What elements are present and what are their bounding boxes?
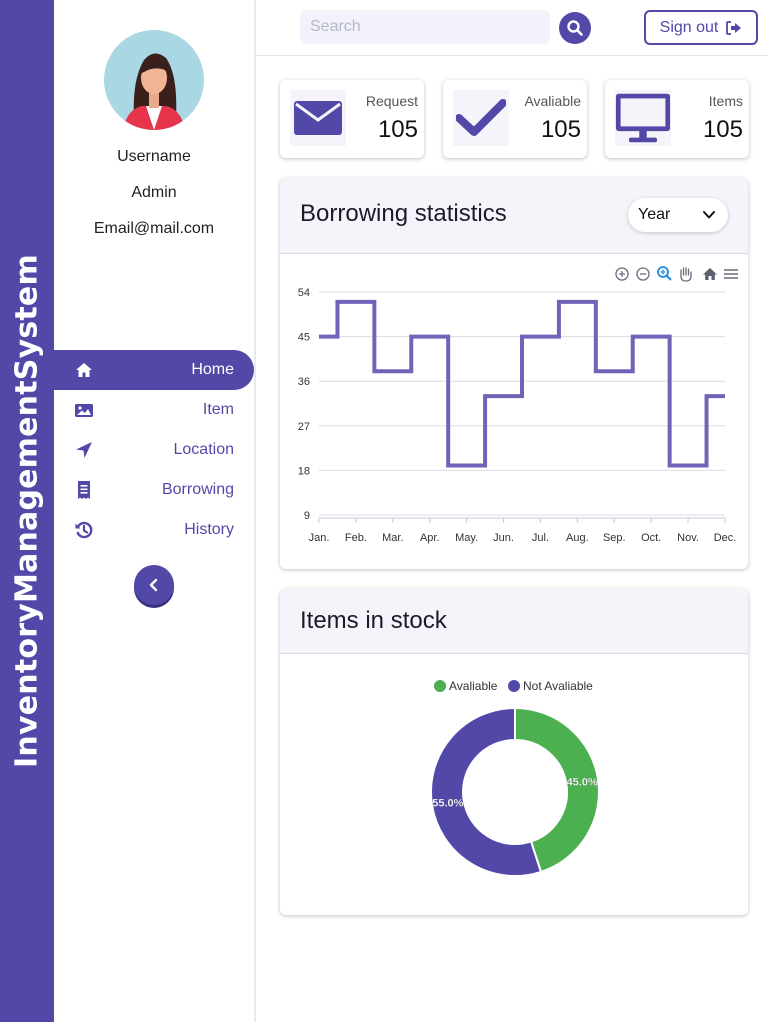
brand-strip: InventoryManagementSystem — [0, 0, 54, 1022]
app-title: InventoryManagementSystem — [9, 254, 45, 768]
x-tick-label: Sep. — [603, 532, 626, 544]
legend-item[interactable]: Avaliable — [434, 679, 498, 693]
slice-label: 55.0% — [432, 798, 463, 810]
app-root: InventoryManagementSystem Username Admin… — [0, 0, 768, 1022]
sidebar-item-location[interactable]: Location — [54, 430, 254, 470]
search-button[interactable] — [559, 12, 591, 44]
legend-label: Avaliable — [449, 679, 498, 693]
location-arrow-icon — [76, 442, 92, 458]
period-select[interactable]: Year — [628, 198, 728, 232]
zoom-in-icon[interactable] — [615, 267, 629, 281]
panel-header: Items in stock — [280, 589, 748, 654]
items-in-stock-panel: Items in stock Avaliable Not Avaliable 45… — [280, 589, 748, 915]
receipt-icon — [78, 481, 90, 499]
legend-label: Not Avaliable — [523, 679, 593, 693]
check-icon — [456, 99, 506, 136]
home-icon — [76, 363, 92, 377]
stat-value: 105 — [702, 116, 743, 143]
sign-out-button[interactable]: Sign out — [644, 10, 758, 45]
menu-icon[interactable] — [724, 269, 738, 279]
stat-value: 105 — [377, 116, 418, 143]
topbar: Sign out — [256, 0, 768, 56]
x-tick-label: Dec. — [714, 532, 737, 544]
sidebar: Username Admin Email@mail.com Home Item — [54, 0, 256, 1022]
monitor-icon — [615, 93, 671, 143]
stat-card-request: Request 105 — [280, 80, 424, 158]
sidebar-item-label: Home — [191, 361, 234, 378]
panel-title: Borrowing statistics — [300, 200, 507, 227]
zoom-select-icon[interactable] — [657, 266, 672, 281]
panel-title: Items in stock — [300, 607, 447, 634]
legend-swatch — [508, 680, 520, 692]
sidebar-nav: Home Item Location Borrowing History — [54, 350, 254, 550]
stat-label: Request — [365, 93, 418, 109]
legend-swatch — [434, 680, 446, 692]
stat-label: Avaliable — [524, 93, 581, 109]
chevron-down-icon — [703, 211, 715, 219]
x-tick-label: Mar. — [382, 532, 403, 544]
chart-legend: Avaliable Not Avaliable — [434, 679, 593, 693]
sidebar-item-label: Item — [202, 401, 234, 418]
profile-email: Email@mail.com — [93, 220, 215, 237]
stock-donut-chart: Avaliable Not Avaliable 45.0% 55.0% — [430, 679, 600, 877]
stat-value: 105 — [540, 116, 581, 143]
chart-toolbar — [615, 266, 738, 282]
sidebar-item-history[interactable]: History — [54, 510, 254, 550]
search-input[interactable] — [300, 10, 550, 44]
donut-slices — [430, 706, 600, 877]
sidebar-item-home[interactable]: Home — [54, 350, 254, 390]
history-icon — [75, 521, 93, 539]
y-tick-label: 36 — [298, 376, 310, 388]
sidebar-item-label: History — [184, 521, 234, 538]
period-value: Year — [638, 206, 671, 223]
y-tick-label: 27 — [298, 421, 310, 433]
stat-icon-box — [615, 90, 671, 146]
x-tick-label: Nov. — [677, 532, 699, 544]
pan-icon[interactable] — [680, 267, 692, 282]
x-tick-label: Jul. — [532, 532, 549, 544]
slice-label: 45.0% — [567, 776, 598, 788]
sidebar-item-label: Borrowing — [161, 481, 234, 498]
profile-role: Admin — [131, 184, 177, 201]
y-tick-label: 18 — [298, 465, 310, 477]
stat-card-items: Items 105 — [605, 80, 749, 158]
borrowing-line-chart: 54 45 36 27 18 9 Jan. Feb. Mar. Apr. May. Jun. Jul.… — [298, 266, 738, 544]
sign-out-icon — [726, 20, 742, 35]
x-tick-label: Oct. — [641, 532, 661, 544]
x-tick-label: Aug. — [566, 532, 589, 544]
sidebar-item-label: Location — [173, 441, 235, 458]
borrowing-statistics-panel: Borrowing statistics Year 54 45 36 27 18… — [280, 178, 748, 569]
x-tick-label: Jun. — [493, 532, 514, 544]
avatar — [104, 30, 204, 130]
sidebar-item-borrowing[interactable]: Borrowing — [54, 470, 254, 510]
y-tick-label: 54 — [298, 287, 310, 299]
x-tick-label: May. — [455, 532, 478, 544]
stat-icon-box — [290, 90, 346, 146]
panel-header: Borrowing statistics Year — [280, 178, 748, 254]
stat-label: Items — [708, 93, 743, 109]
image-icon — [75, 404, 93, 417]
chart-grid — [319, 291, 725, 519]
stat-card-available: Avaliable 105 — [443, 80, 587, 158]
y-tick-label: 9 — [304, 510, 310, 522]
legend-item[interactable]: Not Avaliable — [508, 679, 593, 693]
x-tick-label: Feb. — [345, 532, 367, 544]
chevron-left-icon — [149, 578, 158, 592]
x-tick-label: Jan. — [309, 532, 330, 544]
zoom-out-icon[interactable] — [636, 267, 650, 281]
y-tick-label: 45 — [298, 332, 310, 344]
y-axis-ticks: 54 45 36 27 18 9 — [298, 287, 310, 522]
series-line-borrowing — [319, 299, 725, 468]
sign-out-label: Sign out — [659, 18, 719, 36]
search-icon — [567, 20, 583, 36]
avatar-woman-icon — [123, 53, 185, 130]
envelope-icon — [294, 101, 342, 135]
reset-home-icon[interactable] — [703, 268, 717, 280]
x-axis-ticks: Jan. Feb. Mar. Apr. May. Jun. Jul. Aug. Sep. Oct.… — [309, 518, 737, 544]
x-tick-label: Apr. — [420, 532, 440, 544]
collapse-sidebar-button[interactable] — [134, 565, 174, 605]
sidebar-item-item[interactable]: Item — [54, 390, 254, 430]
stat-icon-box — [453, 90, 509, 146]
profile-username: Username — [117, 148, 191, 165]
